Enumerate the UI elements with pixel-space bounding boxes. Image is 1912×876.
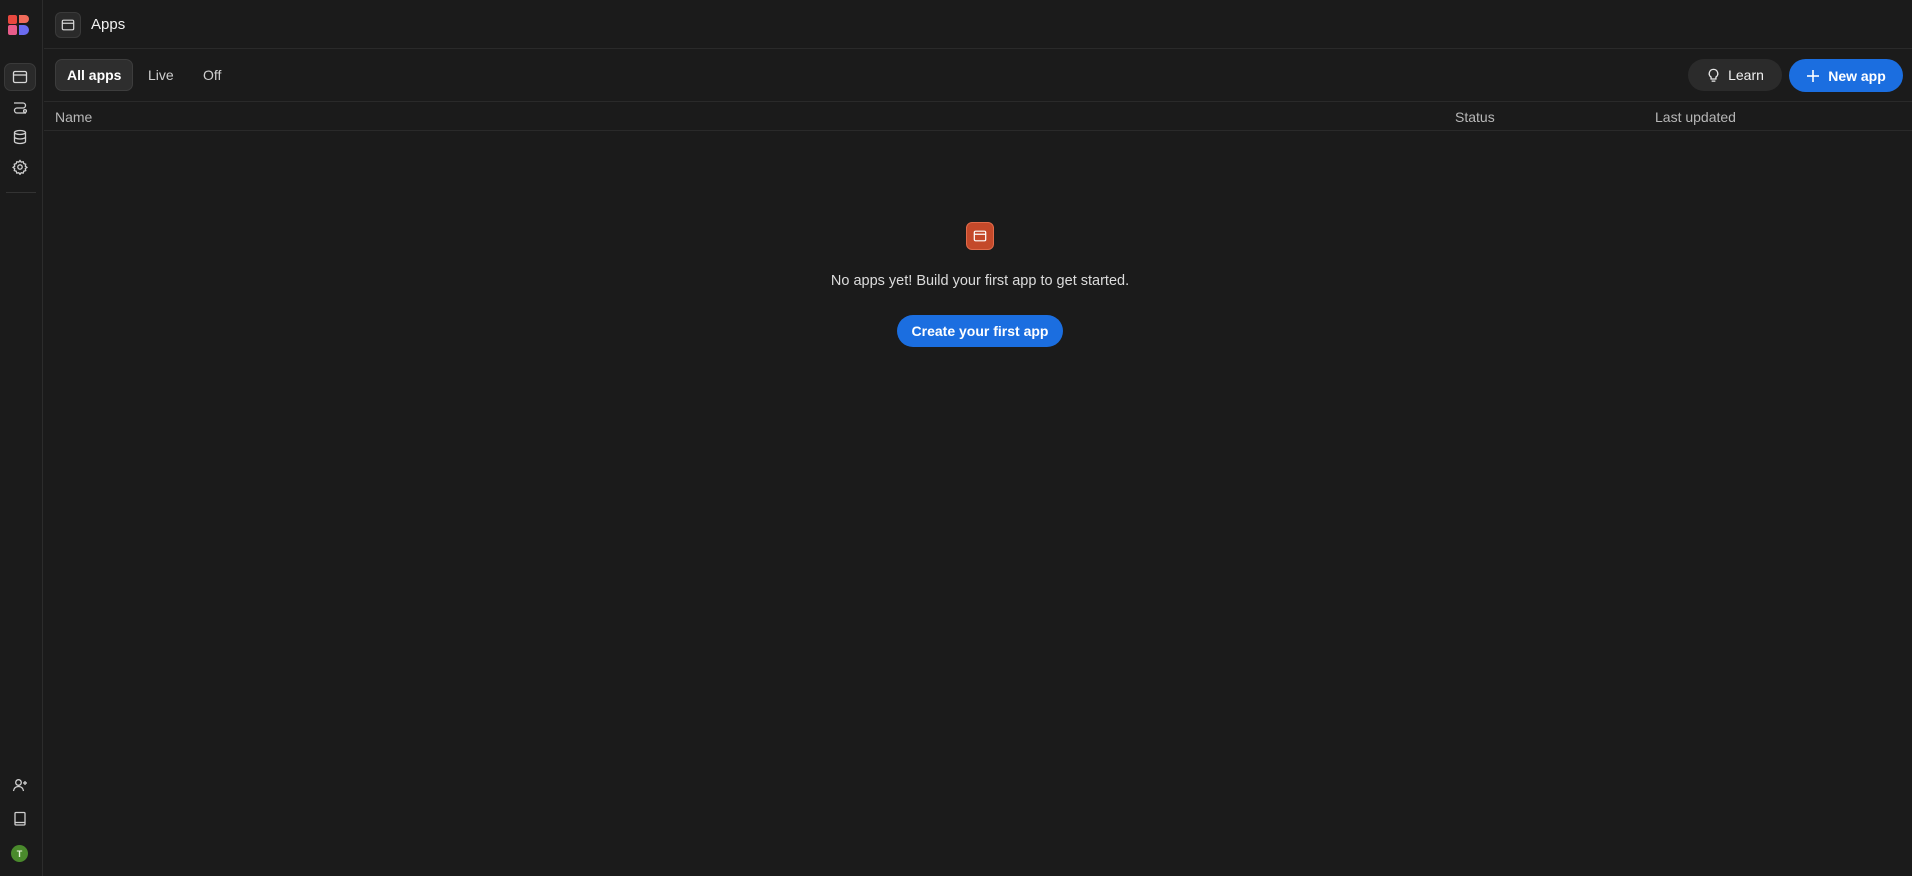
sidebar-rail: T [0, 0, 43, 876]
new-app-button[interactable]: New app [1789, 59, 1903, 92]
sidebar-item-data[interactable] [4, 123, 36, 151]
app-root: T Apps All apps Live Off Learn New app N… [0, 0, 1912, 876]
book-icon [12, 811, 28, 827]
column-header-name[interactable]: Name [55, 109, 92, 125]
gear-icon [12, 159, 28, 175]
sidebar-item-docs[interactable] [4, 805, 36, 833]
sidebar-item-apps[interactable] [4, 63, 36, 91]
table-header: Name Status Last updated [44, 103, 1912, 131]
learn-label: Learn [1728, 67, 1764, 83]
workflow-icon [12, 99, 28, 115]
column-header-last-updated[interactable]: Last updated [1655, 109, 1736, 125]
database-icon [12, 129, 28, 145]
column-header-status[interactable]: Status [1455, 109, 1495, 125]
app-window-icon [966, 222, 994, 250]
tab-all-apps[interactable]: All apps [55, 59, 134, 91]
app-window-icon [55, 12, 81, 38]
tab-live[interactable]: Live [137, 59, 185, 91]
new-app-label: New app [1828, 67, 1886, 84]
tab-off[interactable]: Off [192, 59, 232, 91]
filter-bar: All apps Live Off Learn New app [44, 50, 1912, 102]
avatar[interactable]: T [11, 845, 28, 862]
add-user-icon [12, 777, 28, 793]
app-window-icon [12, 69, 28, 85]
sidebar-item-settings[interactable] [4, 153, 36, 181]
sidebar-item-invite-user[interactable] [4, 771, 36, 799]
plus-icon [1806, 69, 1820, 83]
lightbulb-icon [1706, 68, 1721, 83]
sidebar-divider [6, 192, 36, 193]
brand-logo[interactable] [8, 14, 30, 36]
page-title: Apps [91, 16, 126, 33]
page-header: Apps [44, 0, 1912, 49]
empty-state-message: No apps yet! Build your first app to get… [830, 273, 1130, 289]
learn-button[interactable]: Learn [1688, 59, 1782, 91]
sidebar-item-automations[interactable] [4, 93, 36, 121]
create-first-app-button[interactable]: Create your first app [897, 315, 1063, 347]
